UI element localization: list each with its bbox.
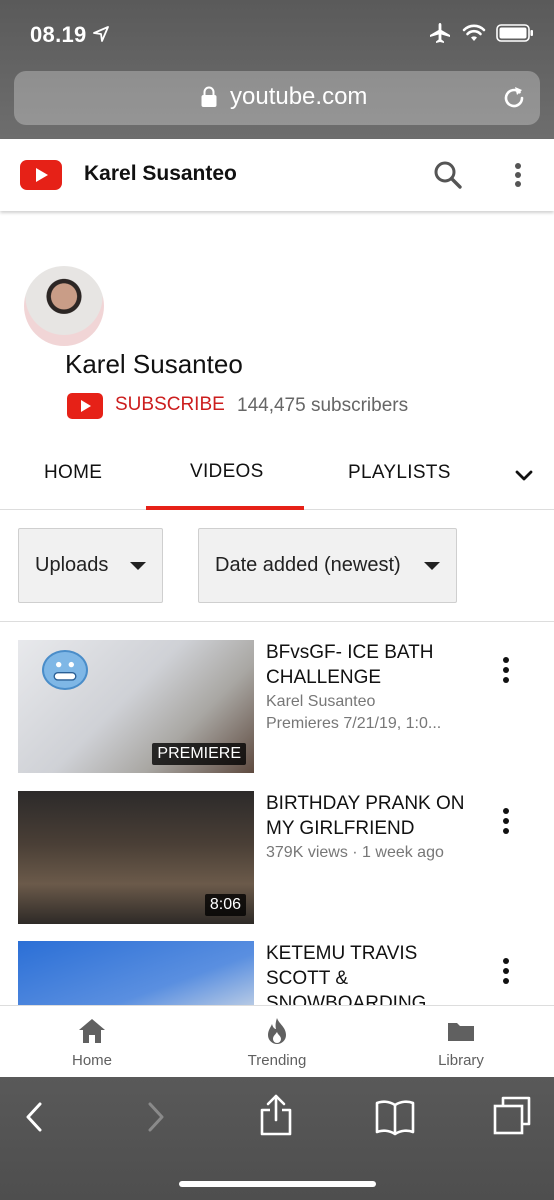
video-title[interactable]: BFvsGF- ICE BATH CHALLENGE	[266, 640, 486, 690]
status-bar: 08.19	[0, 0, 554, 68]
battery-icon	[496, 24, 533, 42]
reload-icon[interactable]	[500, 84, 528, 112]
video-thumbnail[interactable]: 8:06	[18, 791, 254, 924]
back-icon[interactable]	[22, 1097, 46, 1137]
uploads-dropdown[interactable]: Uploads	[18, 528, 163, 603]
premiere-badge: PREMIERE	[152, 743, 246, 765]
uploads-dropdown-label: Uploads	[35, 554, 109, 576]
home-icon	[79, 1019, 105, 1043]
nav-home[interactable]: Home	[32, 1016, 152, 1069]
sort-dropdown-label: Date added (newest)	[215, 554, 401, 576]
tab-playlists[interactable]: PLAYLISTS	[348, 462, 451, 484]
more-vert-icon[interactable]	[506, 159, 530, 191]
duration-badge: 8:06	[204, 894, 246, 916]
tabs-icon[interactable]	[492, 1095, 532, 1135]
lock-icon	[201, 86, 217, 107]
video-thumbnail[interactable]	[18, 941, 254, 1005]
video-thumbnail[interactable]: PREMIERE	[18, 640, 254, 773]
tab-home[interactable]: HOME	[44, 462, 102, 484]
video-meta: Premieres 7/21/19, 1:0...	[266, 715, 442, 732]
subscriber-count: 144,475 subscribers	[237, 395, 409, 416]
channel-name: Karel Susanteo	[65, 349, 243, 379]
nav-library-label: Library	[438, 1052, 484, 1069]
url-text: youtube.com	[230, 83, 368, 110]
video-meta: 379K views · 1 week ago	[266, 844, 444, 861]
youtube-logo-icon[interactable]	[20, 160, 62, 190]
home-indicator[interactable]	[179, 1181, 376, 1187]
video-title[interactable]: BIRTHDAY PRANK ON MY GIRLFRIEND	[266, 791, 486, 841]
url-bar[interactable]: youtube.com	[14, 71, 540, 125]
channel-avatar[interactable]	[24, 266, 104, 346]
youtube-header: Karel Susanteo	[0, 139, 554, 211]
bottom-nav: Home Trending Library	[0, 1005, 554, 1077]
forward-icon[interactable]	[144, 1097, 168, 1137]
sort-dropdown[interactable]: Date added (newest)	[198, 528, 457, 603]
nav-home-label: Home	[71, 1052, 112, 1069]
video-title[interactable]: KETEMU TRAVIS SCOTT & SNOWBOARDING	[266, 941, 486, 1005]
location-arrow-icon	[93, 26, 109, 42]
video-item[interactable]: KETEMU TRAVIS SCOTT & SNOWBOARDING	[0, 941, 554, 1005]
library-folder-icon	[448, 1023, 474, 1041]
video-item[interactable]: PREMIERE BFvsGF- ICE BATH CHALLENGE Kare…	[0, 640, 554, 780]
trending-flame-icon	[268, 1018, 286, 1044]
more-vert-icon[interactable]	[499, 656, 513, 684]
status-time: 08.19	[30, 22, 87, 47]
youtube-logo-icon[interactable]	[67, 393, 103, 419]
video-list: PREMIERE BFvsGF- ICE BATH CHALLENGE Kare…	[0, 622, 554, 1005]
bookmarks-icon[interactable]	[374, 1097, 416, 1137]
wifi-icon	[462, 24, 486, 41]
header-title: Karel Susanteo	[84, 162, 237, 185]
chevron-down-icon[interactable]	[512, 464, 536, 488]
share-icon[interactable]	[258, 1093, 294, 1137]
video-item[interactable]: 8:06 BIRTHDAY PRANK ON MY GIRLFRIEND 379…	[0, 791, 554, 931]
status-icons	[428, 22, 534, 44]
caret-down-icon	[130, 562, 146, 570]
search-icon[interactable]	[432, 159, 464, 191]
caret-down-icon	[424, 562, 440, 570]
video-channel: Karel Susanteo	[266, 693, 376, 710]
nav-trending[interactable]: Trending	[217, 1016, 337, 1069]
tab-videos[interactable]: VIDEOS	[190, 461, 264, 483]
subscribe-button[interactable]: SUBSCRIBE	[115, 394, 225, 416]
safari-top-bar: 08.19 youtube.com	[0, 0, 554, 139]
active-tab-indicator	[146, 506, 304, 510]
airplane-icon	[430, 23, 450, 43]
channel-tabs: HOME VIDEOS PLAYLISTS	[0, 440, 554, 510]
nav-library[interactable]: Library	[401, 1016, 521, 1069]
more-vert-icon[interactable]	[499, 957, 513, 985]
cold-face-emoji-icon	[42, 650, 88, 690]
nav-trending-label: Trending	[247, 1052, 307, 1069]
more-vert-icon[interactable]	[499, 807, 513, 835]
